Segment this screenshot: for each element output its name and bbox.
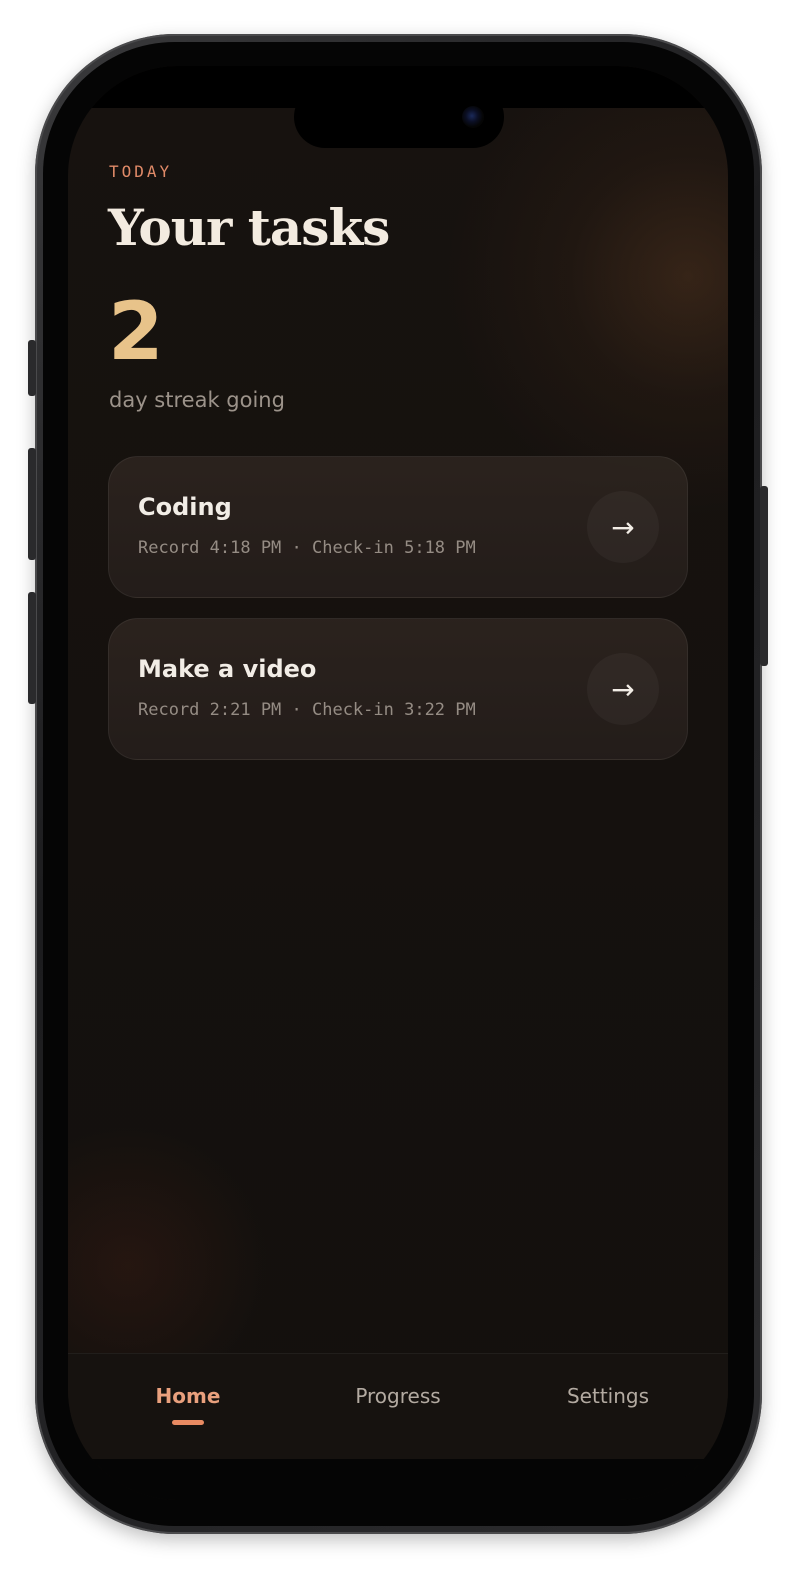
volume-up-button-hardware [28, 448, 36, 560]
power-button-hardware [760, 486, 768, 666]
task-schedule: Record 2:21 PM · Check-in 3:22 PM [138, 700, 476, 720]
app-screen: TODAY Your tasks 2 day streak going Codi… [68, 66, 728, 1500]
arrow-right-icon: → [611, 510, 635, 544]
home-indicator-area [68, 1459, 728, 1500]
task-name: Make a video [138, 655, 317, 683]
open-task-button[interactable]: → [587, 491, 659, 563]
bottom-tab-bar: Home Progress Settings [68, 1353, 728, 1459]
open-task-button[interactable]: → [587, 653, 659, 725]
task-card-coding[interactable]: Coding Record 4:18 PM · Check-in 5:18 PM… [108, 456, 688, 598]
tab-settings[interactable]: Settings [528, 1384, 688, 1408]
streak-count: 2 [108, 285, 164, 378]
dynamic-island [294, 86, 504, 148]
task-name: Coding [138, 493, 232, 521]
task-card-make-a-video[interactable]: Make a video Record 2:21 PM · Check-in 3… [108, 618, 688, 760]
section-kicker: TODAY [109, 162, 173, 181]
streak-label: day streak going [109, 388, 285, 412]
page-title: Your tasks [108, 198, 390, 257]
arrow-right-icon: → [611, 672, 635, 706]
front-camera-icon [462, 106, 484, 128]
tab-home[interactable]: Home [108, 1384, 268, 1408]
tab-progress[interactable]: Progress [318, 1384, 478, 1408]
active-tab-indicator [172, 1420, 204, 1425]
volume-down-button-hardware [28, 592, 36, 704]
action-button-hardware [28, 340, 36, 396]
task-schedule: Record 4:18 PM · Check-in 5:18 PM [138, 538, 476, 558]
